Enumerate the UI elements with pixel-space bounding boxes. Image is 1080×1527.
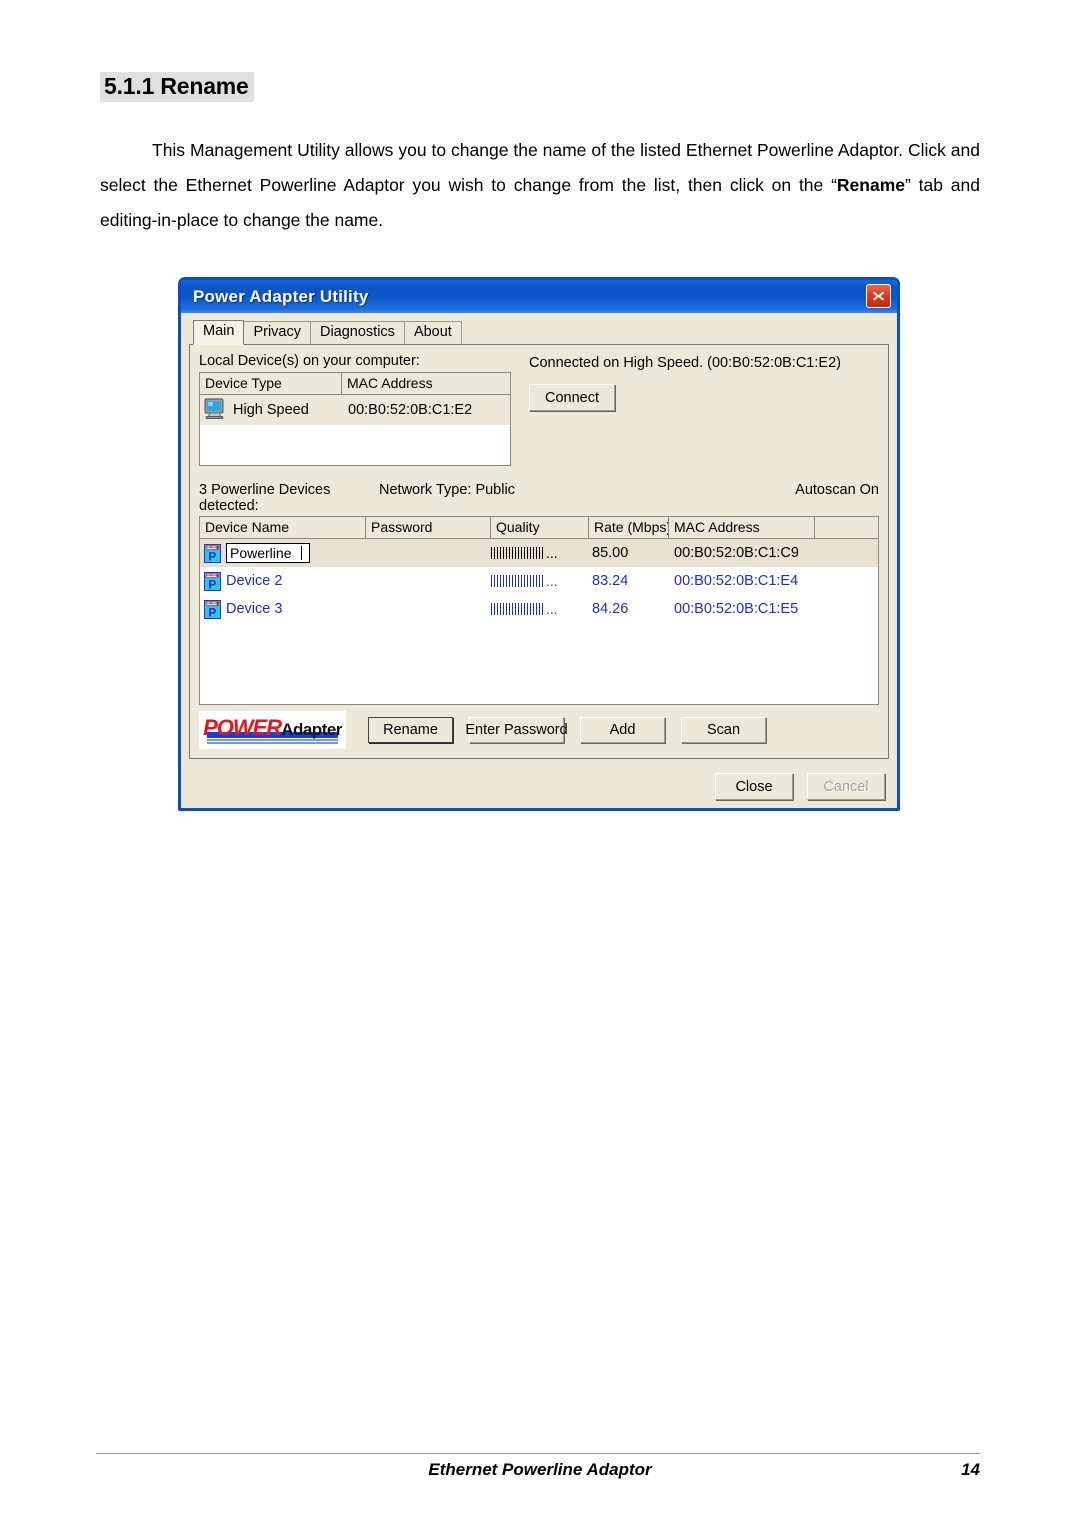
column-mac-address[interactable]: MAC Address: [342, 373, 510, 394]
tabstrip: Main Privacy Diagnostics About: [189, 320, 889, 345]
powerline-device-icon: P: [204, 599, 221, 619]
power-adapter-utility-dialog: Power Adapter Utility Main Privacy Diagn…: [178, 277, 900, 811]
quality-suffix: ...: [546, 575, 558, 587]
powerline-status-bar: 3 Powerline Devices detected: Network Ty…: [199, 482, 879, 514]
autoscan-text: Autoscan On: [795, 482, 879, 498]
dialog-titlebar[interactable]: Power Adapter Utility: [181, 280, 897, 313]
dialog-client-area: Main Privacy Diagnostics About Local Dev…: [181, 313, 897, 765]
column-spacer[interactable]: [815, 517, 878, 538]
tab-panel-main: Local Device(s) on your computer: Device…: [189, 345, 889, 759]
rate-cell: 83.24: [592, 573, 629, 589]
enter-password-button[interactable]: Enter Password: [465, 717, 568, 743]
local-devices-label: Local Device(s) on your computer:: [199, 353, 420, 369]
powerline-devices-rows: P Powerline ... 85.00 00:B0:52:0B:C1:C9 …: [200, 539, 878, 704]
table-row[interactable]: P Device 2 ... 83.24 00:B0:52:0B:C1:E4: [200, 567, 878, 595]
footer-divider: [96, 1453, 980, 1454]
body-paragraph: This Management Utility allows you to ch…: [100, 133, 980, 238]
tab-about[interactable]: About: [403, 321, 462, 344]
tab-privacy[interactable]: Privacy: [243, 321, 311, 344]
tab-main[interactable]: Main: [193, 320, 245, 345]
local-device-mac-cell: 00:B0:52:0B:C1:E2: [348, 402, 473, 418]
local-devices-grid: Device Type MAC Address High Speed 00:B0…: [199, 372, 511, 466]
rate-cell: 85.00: [592, 545, 629, 561]
quality-bars: [491, 547, 545, 559]
document-page: 5.1.1 Rename This Management Utility all…: [0, 0, 1080, 1527]
logo-power-text: POWER: [203, 715, 282, 740]
powerline-devices-header: Device Name Password Quality Rate (Mbps)…: [200, 517, 878, 539]
device-name-cell[interactable]: P Device 2: [200, 571, 366, 591]
action-button-group: Rename Enter Password Add Scan: [368, 717, 766, 743]
dialog-screenshot: Power Adapter Utility Main Privacy Diagn…: [178, 277, 900, 811]
device-name-cell[interactable]: P Powerline: [200, 543, 366, 563]
page-heading: 5.1.1 Rename: [100, 72, 254, 102]
column-device-type[interactable]: Device Type: [200, 373, 342, 394]
local-devices-section: Local Device(s) on your computer: Device…: [199, 353, 879, 466]
local-device-row[interactable]: High Speed 00:B0:52:0B:C1:E2: [200, 395, 510, 425]
computer-icon: [204, 398, 226, 423]
devices-detected-text: 3 Powerline Devices detected:: [199, 482, 331, 514]
column-mac-address[interactable]: MAC Address: [669, 517, 815, 538]
quality-cell: ...: [491, 575, 589, 587]
connection-status-text: Connected on High Speed. (00:B0:52:0B:C1…: [529, 355, 841, 371]
paragraph-bold-rename: Rename: [836, 175, 906, 195]
mac-address-cell: 00:B0:52:0B:C1:E5: [674, 601, 799, 617]
local-device-type-cell: High Speed: [200, 398, 342, 423]
logo-text: POWER Adapter: [203, 715, 342, 745]
column-device-name[interactable]: Device Name: [200, 517, 366, 538]
table-row[interactable]: P Device 3 ... 84.26 00:B0:52:0B:C1:E5: [200, 595, 878, 623]
local-devices-body: High Speed 00:B0:52:0B:C1:E2: [200, 395, 510, 465]
close-button[interactable]: Close: [715, 773, 793, 800]
local-devices-left: Local Device(s) on your computer: Device…: [199, 353, 511, 466]
connect-button[interactable]: Connect: [529, 384, 615, 411]
table-row[interactable]: P Powerline ... 85.00 00:B0:52:0B:C1:C9: [200, 539, 878, 567]
column-password[interactable]: Password: [366, 517, 491, 538]
connection-status-panel: Connected on High Speed. (00:B0:52:0B:C1…: [529, 353, 879, 466]
dialog-footer-bar: Close Cancel: [181, 765, 897, 808]
device-name-label: Device 2: [226, 573, 283, 589]
text-caret: [301, 546, 303, 560]
quality-suffix: ...: [546, 547, 558, 559]
mac-address-cell: 00:B0:52:0B:C1:C9: [674, 545, 799, 561]
quality-suffix: ...: [546, 603, 558, 615]
local-device-type-label: High Speed: [233, 402, 309, 418]
svg-text:P: P: [208, 577, 216, 591]
close-icon[interactable]: [866, 284, 891, 308]
dialog-title: Power Adapter Utility: [193, 286, 369, 306]
cancel-button: Cancel: [807, 773, 885, 800]
device-name-label: Device 3: [226, 601, 283, 617]
tab-diagnostics[interactable]: Diagnostics: [309, 321, 405, 344]
quality-bars: [491, 575, 545, 587]
svg-text:P: P: [208, 549, 216, 563]
column-rate-mbps[interactable]: Rate (Mbps): [589, 517, 669, 538]
scan-button[interactable]: Scan: [681, 717, 766, 743]
logo-adapter-text: Adapter: [281, 720, 342, 739]
network-type-text: Network Type: Public: [379, 482, 515, 498]
rate-cell: 84.26: [592, 601, 629, 617]
column-quality[interactable]: Quality: [491, 517, 589, 538]
quality-bars: [491, 603, 545, 615]
dialog-action-bar: POWER Adapter Rename Enter Password Add …: [199, 711, 879, 749]
power-adapter-logo: POWER Adapter: [199, 711, 346, 749]
quality-cell: ...: [491, 547, 589, 559]
mac-address-cell: 00:B0:52:0B:C1:E4: [674, 573, 799, 589]
device-name-edit-input[interactable]: Powerline: [226, 543, 310, 563]
rename-button[interactable]: Rename: [368, 717, 453, 743]
footer-title: Ethernet Powerline Adaptor: [428, 1460, 652, 1479]
local-devices-header: Device Type MAC Address: [200, 373, 510, 395]
powerline-device-icon: P: [204, 571, 221, 591]
svg-text:P: P: [208, 605, 216, 619]
footer-page-number: 14: [961, 1460, 980, 1479]
add-button[interactable]: Add: [580, 717, 665, 743]
quality-cell: ...: [491, 603, 589, 615]
device-name-cell[interactable]: P Device 3: [200, 599, 366, 619]
powerline-device-icon: P: [204, 543, 221, 563]
powerline-devices-grid: Device Name Password Quality Rate (Mbps)…: [199, 516, 879, 705]
device-name-edit-value: Powerline: [230, 545, 292, 561]
